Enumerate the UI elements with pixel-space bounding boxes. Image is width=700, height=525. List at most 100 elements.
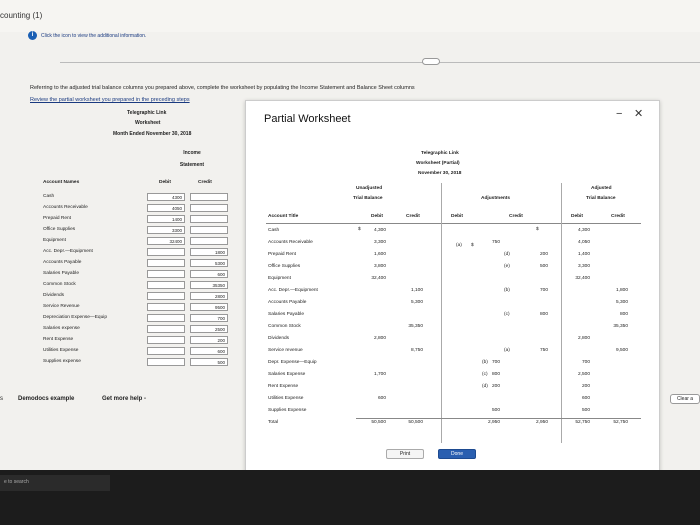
left-account-label: Salaries expense [43,326,80,331]
unadj-debit-value: 32,400 [371,276,386,281]
left-credit-input[interactable]: 600 [190,347,228,355]
expand-handle[interactable] [422,58,440,65]
adjustment-ref: (b) [504,288,510,293]
left-debit-input[interactable] [147,336,185,344]
left-account-label: Rent Expense [43,337,74,342]
left-debit-input[interactable]: 32400 [147,237,185,245]
account-title: Prepaid Rent [268,252,296,257]
minimize-icon[interactable]: − [616,108,622,120]
page-header [0,0,700,32]
left-debit-input[interactable] [147,314,185,322]
col-sep-2 [561,183,562,443]
unadj-credit-value: 50,500 [408,420,423,425]
h-adjt-credit: Credit [611,214,625,219]
left-credit-input[interactable]: 2500 [190,325,228,333]
left-credit-input[interactable]: 5300 [190,259,228,267]
left-credit-input[interactable]: 500 [190,358,228,366]
print-button[interactable]: Print [386,449,424,459]
account-title: Accounts Payable [268,300,307,305]
left-credit-input[interactable] [190,215,228,223]
adj-debit-value: 750 [491,240,500,245]
left-debit-input[interactable] [147,347,185,355]
left-debit-input[interactable] [147,248,185,256]
demo-link[interactable]: Demodocs example [18,396,74,402]
left-debit-input[interactable] [147,270,185,278]
left-credit-input[interactable] [190,226,228,234]
left-debit-input[interactable] [147,358,185,366]
info-text[interactable]: Click the icon to view the additional in… [41,33,146,39]
total-rule [356,418,641,419]
account-title: Office Supplies [268,264,301,269]
left-credit-input[interactable]: 2800 [190,292,228,300]
ws-date: November 30, 2018 [418,171,462,176]
left-credit-input[interactable]: 9500 [190,303,228,311]
left-debit-input[interactable] [147,325,185,333]
adjt-credit-value: 5,300 [615,300,628,305]
adjt-debit-value: 600 [581,396,590,401]
left-title: Worksheet [135,120,161,126]
info-row[interactable]: i Click the icon to view the additional … [28,31,146,40]
left-debit-input[interactable]: 4050 [147,204,185,212]
left-account-label: Salaries Payable [43,271,79,276]
unadj-debit-value: 1,700 [373,372,386,377]
adj-credit-value: 700 [539,288,548,293]
unadj-credit-value: 1,100 [410,288,423,293]
left-account-label: Accounts Payable [43,260,82,265]
unadj-credit-value: 5,300 [410,300,423,305]
close-icon[interactable]: ✕ [634,107,643,120]
left-credit-input[interactable]: 35350 [190,281,228,289]
ref-a: (a) [456,243,462,248]
left-debit-input[interactable] [147,303,185,311]
account-title: Service revenue [268,348,303,353]
h-adj-credit: Credit [509,214,523,219]
info-icon[interactable]: i [28,31,37,40]
left-account-label: Office Supplies [43,227,76,232]
unadj-credit-value: 35,350 [408,324,423,329]
account-title: Salaries Payable [268,312,304,317]
left-account-label: Prepaid Rent [43,216,71,221]
adjustment-ref: (c) [504,312,510,317]
account-title: Cash [268,228,280,233]
left-account-label: Utilities Expense [43,348,79,353]
dialog-title: Partial Worksheet [264,113,351,125]
adjustment-ref: (b) [482,360,488,365]
dollar-adj: $ [471,243,474,248]
adjt-debit-value: 1,400 [577,252,590,257]
adjt-debit-value: 32,400 [575,276,590,281]
taskbar-search[interactable]: e to search [0,475,110,491]
h-adjustments: Adjustments [481,196,511,201]
left-debit-input[interactable]: 4300 [147,193,185,201]
adjustment-ref: (d) [504,252,510,257]
adjustment-ref: (a) [504,348,510,353]
left-credit-input[interactable] [190,237,228,245]
h-unadj-credit: Credit [406,214,420,219]
left-credit-input[interactable]: 1800 [190,248,228,256]
account-title: Acc. Depr.—Equipment [268,288,318,293]
left-credit-input[interactable]: 700 [190,314,228,322]
adjustment-ref: (c) [482,372,488,377]
adjt-debit-value: 200 [581,384,590,389]
done-button[interactable]: Done [438,449,476,459]
left-debit-input[interactable] [147,292,185,300]
left-col-debit: Debit [159,180,171,185]
left-debit-input[interactable] [147,259,185,267]
adjustment-ref: (e) [504,264,510,269]
unadj-debit-value: 1,600 [373,252,386,257]
get-help-link[interactable]: Get more help - [102,396,146,402]
adjt-credit-value: 9,500 [615,348,628,353]
adj-credit-value: 500 [539,264,548,269]
account-title: Common Stock [268,324,301,329]
left-credit-input[interactable] [190,204,228,212]
h-unadjusted: Unadjusted [356,186,383,191]
left-debit-input[interactable] [147,281,185,289]
left-col-credit: Credit [198,180,212,185]
left-credit-input[interactable]: 200 [190,336,228,344]
left-debit-input[interactable]: 1400 [147,215,185,223]
left-debit-input[interactable]: 3300 [147,226,185,234]
unadj-debit-value: 3,800 [373,264,386,269]
adjt-credit-value: 1,800 [615,288,628,293]
left-credit-input[interactable]: 600 [190,270,228,278]
review-link[interactable]: Review the partial worksheet you prepare… [30,97,190,103]
left-credit-input[interactable] [190,193,228,201]
clear-button[interactable]: Clear a [670,394,700,404]
